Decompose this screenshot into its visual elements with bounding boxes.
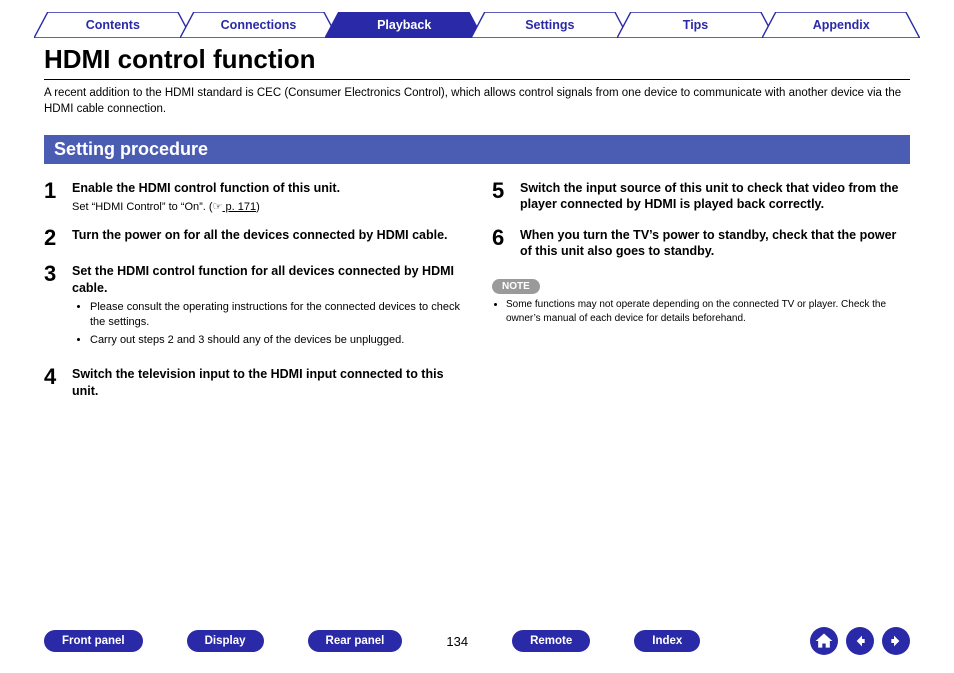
- step-title: When you turn the TV’s power to standby,…: [520, 227, 910, 260]
- tab-tips[interactable]: Tips: [617, 12, 775, 38]
- tab-label: Connections: [221, 18, 297, 32]
- tab-connections[interactable]: Connections: [180, 12, 338, 38]
- step-2: 2 Turn the power on for all the devices …: [44, 227, 462, 249]
- pointer-icon: ☞: [213, 201, 223, 213]
- step-number: 6: [492, 227, 510, 260]
- step-title: Enable the HDMI control function of this…: [72, 180, 462, 196]
- step-number: 1: [44, 180, 62, 213]
- tab-playback[interactable]: Playback: [325, 12, 483, 38]
- steps-left-column: 1 Enable the HDMI control function of th…: [44, 180, 462, 413]
- note-label: NOTE: [492, 279, 540, 294]
- tab-label: Settings: [525, 18, 574, 32]
- step-bullets: Please consult the operating instruction…: [90, 300, 462, 349]
- title-rule: [44, 79, 910, 80]
- step-number: 2: [44, 227, 62, 249]
- step-4: 4 Switch the television input to the HDM…: [44, 366, 462, 399]
- tab-label: Contents: [86, 18, 140, 32]
- step-number: 4: [44, 366, 62, 399]
- page-link[interactable]: p. 171: [222, 201, 256, 213]
- step-5: 5 Switch the input source of this unit t…: [492, 180, 910, 213]
- prev-page-icon[interactable]: [846, 627, 874, 655]
- section-heading: Setting procedure: [44, 135, 910, 164]
- tab-label: Playback: [377, 18, 431, 32]
- rear-panel-button[interactable]: Rear panel: [308, 630, 403, 652]
- next-page-icon[interactable]: [882, 627, 910, 655]
- tab-contents[interactable]: Contents: [34, 12, 192, 38]
- list-item: Some functions may not operate depending…: [506, 298, 910, 325]
- step-1: 1 Enable the HDMI control function of th…: [44, 180, 462, 213]
- footer-nav: Front panel Display Rear panel 134 Remot…: [0, 627, 954, 655]
- tab-appendix[interactable]: Appendix: [762, 12, 920, 38]
- step-title: Switch the input source of this unit to …: [520, 180, 910, 213]
- tab-settings[interactable]: Settings: [471, 12, 629, 38]
- top-tabs: Contents Connections Playback Settings T…: [0, 0, 954, 38]
- note-list: Some functions may not operate depending…: [506, 298, 910, 325]
- tab-label: Tips: [683, 18, 708, 32]
- display-button[interactable]: Display: [187, 630, 264, 652]
- step-3: 3 Set the HDMI control function for all …: [44, 263, 462, 352]
- page-number: 134: [446, 634, 468, 649]
- step-title: Switch the television input to the HDMI …: [72, 366, 462, 399]
- tab-label: Appendix: [813, 18, 870, 32]
- step-6: 6 When you turn the TV’s power to standb…: [492, 227, 910, 260]
- step-number: 3: [44, 263, 62, 352]
- home-icon[interactable]: [810, 627, 838, 655]
- front-panel-button[interactable]: Front panel: [44, 630, 143, 652]
- list-item: Please consult the operating instruction…: [90, 300, 462, 330]
- step-subtext: Set “HDMI Control” to “On”. (☞ p. 171): [72, 200, 462, 213]
- intro-text: A recent addition to the HDMI standard i…: [44, 86, 910, 117]
- page-title: HDMI control function: [44, 44, 910, 75]
- remote-button[interactable]: Remote: [512, 630, 590, 652]
- step-title: Turn the power on for all the devices co…: [72, 227, 462, 243]
- step-title: Set the HDMI control function for all de…: [72, 263, 462, 296]
- step-number: 5: [492, 180, 510, 213]
- steps-right-column: 5 Switch the input source of this unit t…: [492, 180, 910, 413]
- list-item: Carry out steps 2 and 3 should any of th…: [90, 333, 462, 348]
- index-button[interactable]: Index: [634, 630, 700, 652]
